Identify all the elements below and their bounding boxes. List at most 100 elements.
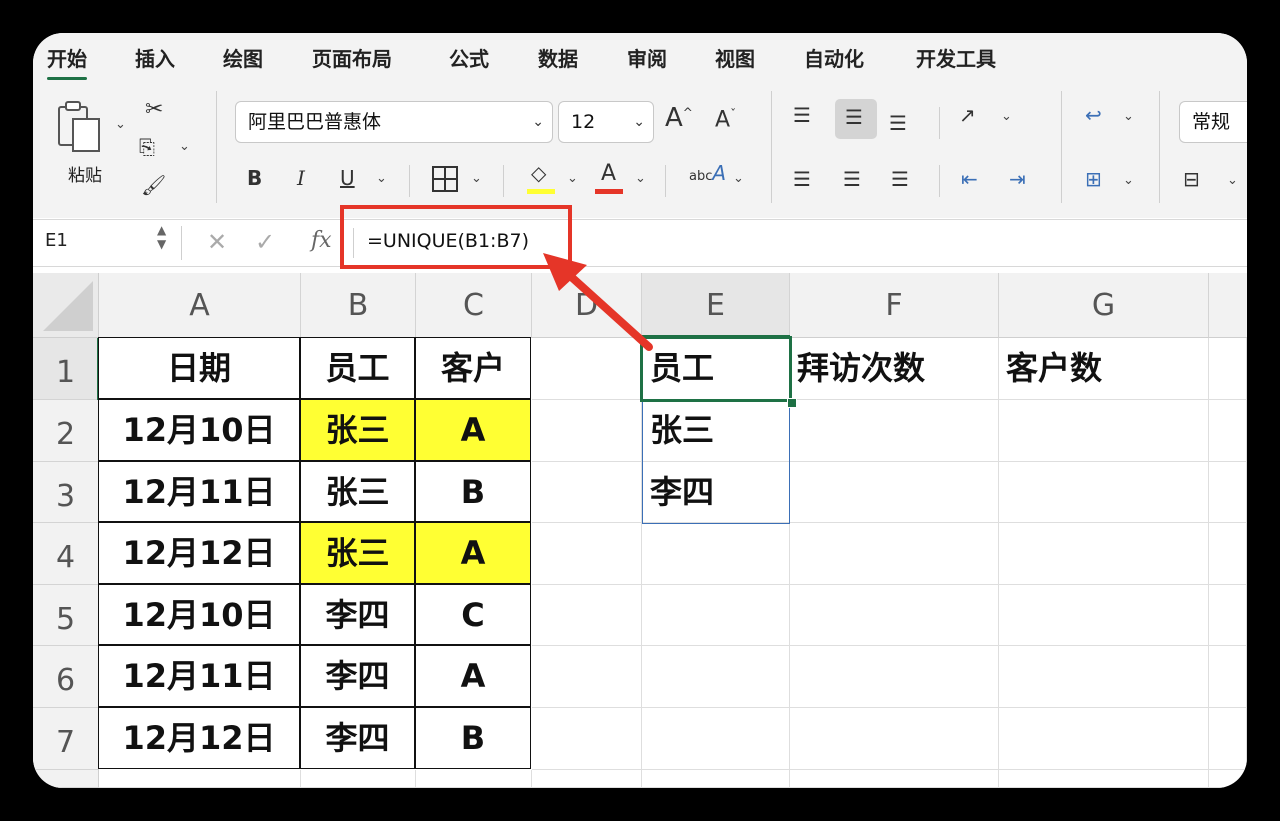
table-cell[interactable]: 张三 xyxy=(300,522,415,584)
cell-g1[interactable]: 客户数 xyxy=(1002,338,1209,400)
table-cell[interactable]: 李四 xyxy=(300,707,415,769)
grid-cell[interactable] xyxy=(1209,462,1247,523)
table-cell[interactable]: C xyxy=(415,584,531,645)
increase-font-button[interactable]: A^ xyxy=(665,103,693,133)
wrap-text-icon[interactable]: ↩ xyxy=(1085,103,1102,127)
row-header-7[interactable]: 7 xyxy=(33,708,99,770)
chevron-down-icon[interactable]: ⌄ xyxy=(179,139,190,154)
table-cell[interactable]: 12月12日 xyxy=(98,522,300,584)
tab-home[interactable]: 开始 xyxy=(47,43,87,80)
align-middle-button[interactable]: ☰ xyxy=(835,99,877,139)
column-header-a[interactable]: A xyxy=(99,273,301,338)
table-cell[interactable]: A xyxy=(415,399,531,461)
grid-cell[interactable] xyxy=(790,585,999,646)
fx-icon[interactable]: fx xyxy=(311,228,332,253)
grid-cell[interactable] xyxy=(532,585,642,646)
table-cell[interactable]: 李四 xyxy=(300,645,415,707)
grid-cell[interactable] xyxy=(1209,400,1247,462)
grid-cell[interactable] xyxy=(1209,708,1247,770)
tab-draw[interactable]: 绘图 xyxy=(223,43,263,72)
select-all-corner[interactable] xyxy=(33,273,99,338)
tab-page-layout[interactable]: 页面布局 xyxy=(312,43,392,72)
name-box-stepper[interactable]: ▲ ▼ xyxy=(157,223,166,251)
grid-cell[interactable] xyxy=(790,646,999,708)
grid-cell[interactable] xyxy=(999,770,1209,788)
chevron-down-icon[interactable]: ⌄ xyxy=(733,171,744,186)
grid-cell[interactable] xyxy=(999,523,1209,585)
grid-cell[interactable] xyxy=(790,523,999,585)
row-header-4[interactable]: 4 xyxy=(33,523,99,585)
align-bottom-icon[interactable]: ☰ xyxy=(889,111,907,135)
table-cell[interactable]: 12月11日 xyxy=(98,461,300,522)
grid-cell[interactable] xyxy=(790,462,999,523)
chevron-down-icon[interactable]: ⌄ xyxy=(1123,109,1134,124)
grid-cell[interactable] xyxy=(416,770,532,788)
table-cell[interactable]: 张三 xyxy=(300,399,415,461)
column-header-f[interactable]: F xyxy=(790,273,999,338)
tab-view[interactable]: 视图 xyxy=(715,43,755,72)
currency-format-icon[interactable]: ⊟ xyxy=(1183,167,1200,191)
grid-cell[interactable] xyxy=(642,708,790,770)
chevron-down-icon[interactable]: ⌄ xyxy=(1227,173,1238,188)
cell-f1[interactable]: 拜访次数 xyxy=(793,338,999,400)
borders-button[interactable] xyxy=(431,165,459,197)
tab-developer[interactable]: 开发工具 xyxy=(916,43,996,72)
cell-e2[interactable]: 张三 xyxy=(642,400,790,462)
grid-cell[interactable] xyxy=(642,523,790,585)
table-cell[interactable]: 张三 xyxy=(300,461,415,522)
enter-icon[interactable]: ✓ xyxy=(255,228,275,256)
chevron-down-icon[interactable]: ⌄ xyxy=(1123,173,1134,188)
table-header-cell[interactable]: 日期 xyxy=(98,337,300,399)
grid-cell[interactable] xyxy=(999,646,1209,708)
grid-cell[interactable] xyxy=(1209,338,1247,400)
grid-cell[interactable] xyxy=(790,400,999,462)
grid-cell[interactable] xyxy=(790,770,999,788)
grid-cell[interactable] xyxy=(642,770,790,788)
paste-button[interactable] xyxy=(55,99,103,155)
format-painter-icon[interactable]: 🖌 xyxy=(141,173,166,197)
grid-cell[interactable] xyxy=(532,770,642,788)
column-header-c[interactable]: C xyxy=(416,273,532,338)
cancel-icon[interactable]: ✕ xyxy=(207,228,227,256)
grid-cell[interactable] xyxy=(532,708,642,770)
grid-cell[interactable] xyxy=(1209,770,1247,788)
align-top-icon[interactable]: ☰ xyxy=(793,103,811,127)
tab-review[interactable]: 审阅 xyxy=(627,43,667,72)
grid-cell[interactable] xyxy=(999,708,1209,770)
chevron-down-icon[interactable]: ⌄ xyxy=(376,171,387,186)
tab-insert[interactable]: 插入 xyxy=(135,43,175,72)
phonetic-button[interactable]: abcA xyxy=(689,161,726,185)
chevron-down-icon[interactable]: ⌄ xyxy=(115,117,126,132)
merge-cells-icon[interactable]: ⊞ xyxy=(1085,167,1102,191)
align-left-icon[interactable]: ☰ xyxy=(793,167,811,191)
underline-button[interactable]: U xyxy=(340,166,355,190)
table-cell[interactable]: 12月11日 xyxy=(98,645,300,707)
row-header-6[interactable]: 6 xyxy=(33,646,99,708)
grid-cell[interactable] xyxy=(532,462,642,523)
row-header-5[interactable]: 5 xyxy=(33,585,99,646)
grid-cell[interactable] xyxy=(532,523,642,585)
grid-cell[interactable] xyxy=(1209,646,1247,708)
grid-cell[interactable] xyxy=(532,400,642,462)
table-cell[interactable]: B xyxy=(415,707,531,769)
grid-cell[interactable] xyxy=(999,400,1209,462)
chevron-down-icon[interactable]: ⌄ xyxy=(567,171,578,186)
orientation-icon[interactable]: ↗ xyxy=(959,103,976,127)
grid-cell[interactable] xyxy=(301,770,416,788)
align-center-icon[interactable]: ☰ xyxy=(843,167,861,191)
tab-formulas[interactable]: 公式 xyxy=(449,43,489,72)
table-cell[interactable]: A xyxy=(415,522,531,584)
number-format-select[interactable]: 常规 xyxy=(1179,101,1247,143)
italic-button[interactable]: I xyxy=(297,166,305,190)
fill-color-button[interactable]: ◇ xyxy=(527,161,557,195)
row-header-2[interactable]: 2 xyxy=(33,400,99,462)
copy-icon[interactable]: ⎘ xyxy=(139,135,155,159)
table-cell[interactable]: 12月10日 xyxy=(98,399,300,461)
table-cell[interactable]: A xyxy=(415,645,531,707)
column-header-g[interactable]: G xyxy=(999,273,1209,338)
chevron-down-icon[interactable]: ⌄ xyxy=(635,171,646,186)
font-size-select[interactable]: 12 ⌄ xyxy=(558,101,654,143)
grid-cell[interactable] xyxy=(99,770,301,788)
grid-cell[interactable] xyxy=(642,646,790,708)
grid-cell[interactable] xyxy=(999,585,1209,646)
